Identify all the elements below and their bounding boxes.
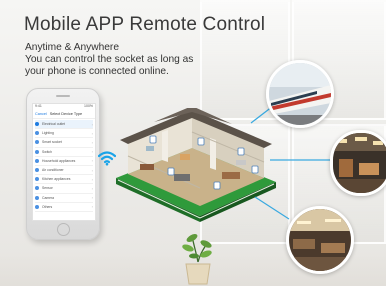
list-item-label: Sensor: [42, 186, 53, 191]
subtitle-line: You can control the socket as long as: [25, 54, 194, 66]
phone-speaker: [56, 95, 70, 97]
restaurant-photo: [286, 206, 354, 274]
cancel-button[interactable]: Cancel: [35, 112, 47, 116]
chevron-right-icon: ›: [91, 185, 93, 191]
subtitle-line: Anytime & Anywhere: [25, 42, 119, 53]
list-item[interactable]: Others ›: [35, 203, 93, 212]
subtitle: Anytime & Anywhere You can control the s…: [25, 42, 193, 79]
device-icon: [35, 140, 39, 145]
potted-plant-icon: [182, 234, 212, 285]
list-item-label: Smart socket: [42, 140, 62, 145]
chevron-right-icon: ›: [91, 149, 93, 155]
app-header-title: Select Device Type: [49, 112, 83, 116]
device-icon: [35, 158, 39, 163]
office-photo: [330, 130, 386, 196]
phone-screen: 9:41 100% Cancel Select Device Type Elec…: [32, 103, 96, 221]
chevron-right-icon: ›: [91, 167, 93, 173]
list-item[interactable]: Camera ›: [35, 194, 93, 203]
page-title: Mobile APP Remote Control: [24, 14, 266, 35]
chevron-right-icon: ›: [91, 158, 93, 164]
status-battery: 100%: [84, 104, 93, 108]
device-icon: [35, 168, 39, 173]
list-item[interactable]: Smart socket ›: [35, 138, 93, 148]
list-item-label: Kitchen appliances: [42, 177, 71, 182]
device-icon: [35, 204, 39, 209]
device-type-list: Electrical outlet › Lighting › Smart soc…: [33, 119, 95, 213]
chevron-right-icon: ›: [91, 139, 93, 145]
device-icon: [35, 177, 39, 182]
train-image: [269, 63, 331, 125]
home-button: [57, 223, 70, 236]
list-item-label: Switch: [42, 149, 52, 154]
subtitle-line: your phone is connected online.: [25, 66, 169, 78]
chevron-right-icon: ›: [91, 204, 93, 210]
list-item[interactable]: Household appliances ›: [35, 157, 93, 166]
status-time: 9:41: [35, 104, 42, 108]
list-item-label: Air conditioner: [42, 168, 64, 173]
device-icon: [35, 122, 39, 127]
app-header: Cancel Select Device Type: [33, 110, 95, 119]
list-item-label: Camera: [42, 195, 55, 200]
chevron-right-icon: ›: [91, 176, 93, 182]
list-item-label: Lighting: [42, 131, 54, 136]
restaurant-image: [289, 209, 351, 271]
callout-line-office: [270, 159, 332, 161]
list-item[interactable]: Air conditioner ›: [35, 166, 93, 176]
chevron-right-icon: ›: [91, 121, 93, 127]
device-icon: [35, 195, 39, 200]
smartphone: 9:41 100% Cancel Select Device Type Elec…: [26, 88, 100, 240]
list-item[interactable]: Kitchen appliances ›: [35, 175, 93, 185]
list-item-label: Electrical outlet: [42, 122, 65, 127]
chevron-right-icon: ›: [91, 195, 93, 201]
list-item[interactable]: Lighting ›: [35, 129, 93, 139]
list-item[interactable]: Sensor ›: [35, 184, 93, 194]
list-item[interactable]: Electrical outlet ›: [35, 120, 93, 130]
callout-line-restaurant: [254, 196, 290, 220]
device-icon: [35, 149, 39, 154]
device-icon: [35, 186, 39, 191]
list-item-label: Household appliances: [42, 158, 76, 163]
list-item-label: Others: [42, 204, 53, 209]
train-photo: [266, 60, 334, 128]
device-icon: [35, 131, 39, 136]
office-image: [333, 133, 386, 193]
chevron-right-icon: ›: [91, 130, 93, 136]
list-item[interactable]: Switch ›: [35, 148, 93, 157]
